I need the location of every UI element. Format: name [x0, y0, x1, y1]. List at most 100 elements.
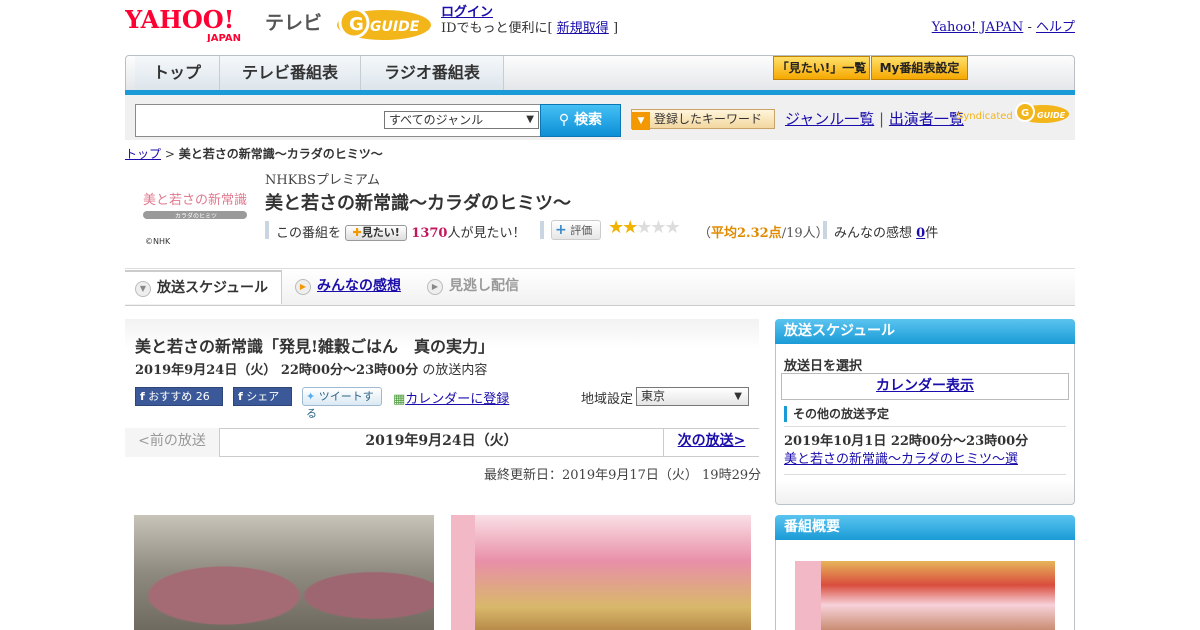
program-title: 美と若さの新常識～カラダのヒミツ～ [265, 193, 571, 214]
comments-count-link[interactable]: 0 [916, 226, 925, 241]
region-label: 地域設定 [581, 392, 634, 407]
nav-tab-radio-schedule[interactable]: ラジオ番組表 [361, 56, 504, 92]
facebook-recommend-button[interactable]: f おすすめ 26 [135, 387, 223, 406]
login-note-suffix: ] [612, 21, 619, 36]
want-to-watch: この番組を ✚見たい! 1370人が見たい！ [276, 222, 526, 241]
star-empty-icon: ★ [636, 217, 652, 238]
rate-button[interactable]: + 評価 [551, 220, 601, 240]
divider-bar [265, 221, 269, 239]
episode-photo-studio [451, 515, 751, 630]
other-broadcasts-label: その他の放送予定 [784, 406, 889, 422]
rating-stars: ★★★★★ [608, 217, 681, 238]
sidebar-schedule-header: 放送スケジュール [775, 319, 1075, 344]
calendar-register-link[interactable]: カレンダーに登録 [405, 392, 509, 407]
tv-logo-text: テレビ [265, 12, 323, 34]
svg-text:GUIDE: GUIDE [1037, 111, 1066, 120]
tweet-button[interactable]: ✦ ツイートする [302, 387, 382, 420]
twitter-bird-icon: ✦ [306, 390, 316, 403]
registered-keyword-button[interactable]: ▼ 登録したキーワード [631, 109, 775, 130]
tab-everyone-comments[interactable]: ▶ みんなの感想 [295, 270, 401, 304]
header-links: Yahoo! JAPAN - ヘルプ [932, 16, 1075, 35]
signup-link[interactable]: 新規取得 [557, 21, 609, 36]
chevron-right-icon: ▶ [427, 279, 443, 295]
next-broadcast-link[interactable]: 次の放送> [663, 428, 759, 457]
star-filled-icon: ★ [622, 217, 638, 238]
header-link-separator: - [1023, 20, 1036, 35]
want-suffix: 人が見たい！ [447, 226, 526, 241]
genre-select-value: すべてのジャンル [389, 113, 484, 127]
yahoo-logo-text: YAHOO! [125, 6, 234, 34]
comments-count: みんなの感想 0件 [834, 222, 938, 241]
mitai-list-button[interactable]: 「見たい!」一覧 [773, 56, 870, 80]
svg-text:G: G [349, 14, 364, 35]
tab-broadcast-schedule[interactable]: ▼ 放送スケジュール [125, 270, 282, 304]
rating-average-value: 平均2.32点 [711, 226, 782, 241]
plus-icon: ✚ [352, 226, 362, 239]
link-separator: | [879, 110, 885, 128]
facebook-icon: f [238, 390, 243, 403]
divider-bar [540, 221, 544, 239]
tab-catch-up: ▶ 見逃し配信 [427, 270, 519, 304]
genre-select[interactable]: すべてのジャンル ▼ [384, 111, 539, 129]
divider [784, 426, 1066, 427]
japan-logo-text: JAPAN [206, 33, 241, 42]
gguide-logo-text: GUIDE [370, 19, 420, 35]
divider-bar [823, 221, 827, 239]
last-updated: 最終更新日：2019年9月17日（火） 19時29分 [484, 468, 762, 483]
program-channel: NHKBSプレミアム [265, 173, 380, 188]
episode-airtime-date: 2019年9月24日（火） 22時00分～23時00分 [135, 363, 419, 378]
search-button-label: 検索 [574, 112, 603, 128]
nav-tab-top[interactable]: トップ [135, 56, 220, 92]
facebook-share-button[interactable]: f シェア [233, 387, 292, 406]
date-select-label: 放送日を選択 [784, 359, 863, 374]
performer-list-link[interactable]: 出演者一覧 [889, 110, 964, 128]
yahoo-japan-link[interactable]: Yahoo! JAPAN [932, 20, 1024, 35]
other-broadcast-link[interactable]: 美と若さの新常識～カラダのヒミツ～選 [784, 448, 1018, 467]
chevron-down-icon: ▼ [135, 281, 151, 297]
breadcrumb-top-link[interactable]: トップ [125, 147, 161, 161]
nav-tab-tv-schedule[interactable]: テレビ番組表 [220, 56, 361, 92]
yahoo-japan-logo[interactable]: YAHOO! JAPAN [125, 6, 261, 42]
region-select[interactable]: 東京 ▼ [636, 387, 749, 406]
rating-average: （平均2.32点/19人） [698, 222, 829, 241]
star-filled-icon: ★ [608, 217, 624, 238]
fb-recommend-label: おすすめ [148, 390, 193, 403]
search-button[interactable]: ⚲ 検索 [540, 104, 621, 137]
program-logo: 美と若さの新常識 カラダのヒミツ [143, 192, 247, 220]
dropdown-arrow-icon: ▼ [734, 391, 742, 402]
episode-title: 美と若さの新常識「発見!雑穀ごはん 真の実力」 [135, 337, 495, 356]
fb-recommend-count: 26 [195, 390, 210, 403]
want-count: 1370 [411, 226, 448, 241]
rating-open-paren: （ [698, 226, 712, 241]
gguide-syndicated-logo: G GUIDE [1015, 102, 1069, 123]
region-select-value: 東京 [641, 389, 666, 403]
calendar-display-button[interactable]: カレンダー表示 [781, 373, 1069, 400]
episode-airtime-suffix: の放送内容 [418, 363, 488, 378]
my-schedule-settings-button[interactable]: My番組表設定 [871, 56, 968, 80]
calendar-plus-icon: ▦ [393, 392, 406, 407]
want-prefix: この番組を [276, 226, 342, 241]
rate-button-label: 評価 [570, 224, 593, 237]
search-icon: ⚲ [558, 112, 570, 128]
gguide-logo[interactable]: G GUIDE [334, 6, 434, 42]
calendar-register[interactable]: ▦カレンダーに登録 [393, 388, 509, 407]
tab-label: 放送スケジュール [157, 280, 269, 296]
want-to-watch-button[interactable]: ✚見たい! [345, 225, 408, 241]
rating-count: /19人） [781, 226, 829, 241]
breadcrumb-current: 美と若さの新常識～カラダのヒミツ～ [178, 147, 383, 161]
fb-share-label: シェア [246, 390, 280, 403]
login-link[interactable]: ログイン [441, 5, 493, 20]
previous-broadcast: <前の放送 [125, 428, 220, 457]
triangle-down-icon: ▼ [632, 112, 650, 130]
comments-unit: 件 [925, 226, 939, 241]
help-link[interactable]: ヘルプ [1036, 20, 1075, 35]
comments-label: みんなの感想 [834, 226, 913, 241]
episode-airtime: 2019年9月24日（火） 22時00分～23時00分 の放送内容 [135, 359, 487, 378]
svg-text:G: G [1021, 108, 1029, 119]
program-summary-photo [795, 561, 1055, 630]
divider [784, 474, 1066, 475]
pager-current-date: 2019年9月24日（火） [365, 433, 518, 449]
breadcrumb: トップ > 美と若さの新常識～カラダのヒミツ～ [125, 145, 383, 162]
genre-list-link[interactable]: ジャンル一覧 [785, 110, 874, 128]
star-empty-icon: ★ [650, 217, 666, 238]
